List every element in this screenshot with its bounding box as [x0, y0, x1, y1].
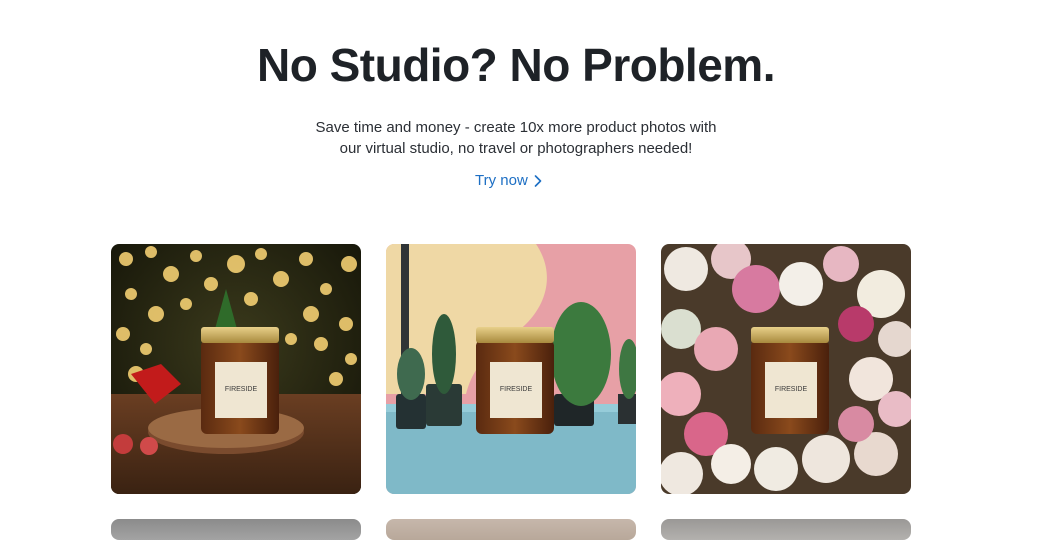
gallery-photo-cactus[interactable]: FIRESIDE — [386, 244, 636, 494]
gallery-photo-partial[interactable] — [386, 519, 636, 540]
gallery-photo-partial[interactable] — [111, 519, 361, 540]
gallery-photo-christmas[interactable]: FIRESIDE — [111, 244, 361, 494]
candle-photo-roses: FIRESIDE — [661, 244, 911, 494]
jar-label-text: FIRESIDE — [225, 386, 258, 393]
candle-photo-christmas: FIRESIDE — [111, 244, 361, 494]
jar-label-text: FIRESIDE — [500, 386, 533, 393]
candle-photo-cactus: FIRESIDE — [386, 244, 636, 494]
jar-label-text: FIRESIDE — [775, 386, 808, 393]
gallery-photo-roses[interactable]: FIRESIDE — [661, 244, 911, 494]
product-photo-gallery: FIRESIDE FIRESIDE FIRESIDE — [0, 0, 1048, 540]
gallery-photo-partial[interactable] — [661, 519, 911, 540]
